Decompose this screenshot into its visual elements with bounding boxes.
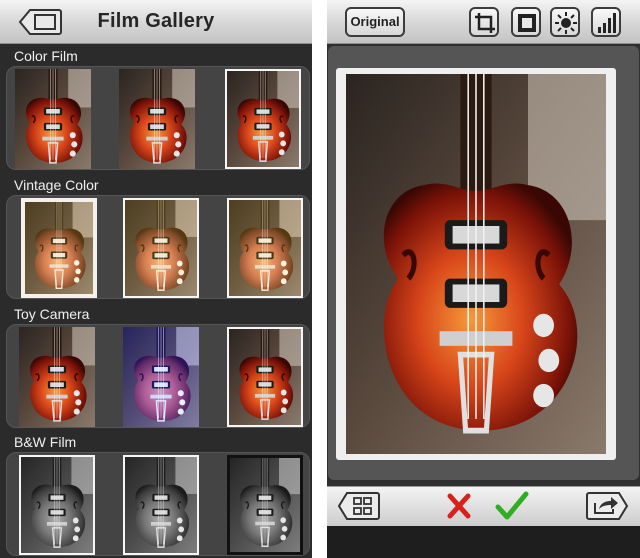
filter-thumbnail[interactable] xyxy=(227,198,303,298)
brightness-button[interactable] xyxy=(550,7,580,37)
filter-thumbnail[interactable] xyxy=(225,69,301,169)
film-gallery-panel: Film Gallery Color Film Vintage Color To… xyxy=(0,0,312,558)
category-label-color-film: Color Film xyxy=(14,48,78,64)
category-label-toy-camera: Toy Camera xyxy=(14,306,90,322)
gallery-header: Film Gallery xyxy=(0,0,312,44)
category-label-bw-film: B&W Film xyxy=(14,434,77,450)
editor-bottom-bar xyxy=(327,486,640,526)
photo-editor-panel: Original xyxy=(327,0,640,558)
editor-toolbar: Original xyxy=(327,0,640,44)
filter-thumbnail[interactable] xyxy=(227,455,303,555)
category-row-color-film xyxy=(6,66,310,170)
page-title: Film Gallery xyxy=(97,10,215,32)
filter-thumbnail[interactable] xyxy=(21,198,97,298)
category-label-vintage-color: Vintage Color xyxy=(14,177,99,193)
crop-button[interactable] xyxy=(469,7,499,37)
levels-icon xyxy=(598,13,616,33)
original-button[interactable]: Original xyxy=(345,7,405,37)
filter-thumbnail[interactable] xyxy=(19,327,95,427)
filter-thumbnail[interactable] xyxy=(123,455,199,555)
category-row-vintage-color xyxy=(6,195,310,299)
confirm-check-icon[interactable] xyxy=(495,491,529,521)
photo-mat xyxy=(336,68,616,460)
share-icon[interactable] xyxy=(585,491,629,521)
panel-divider xyxy=(312,0,327,558)
filter-thumbnail[interactable] xyxy=(123,198,199,298)
grid-icon[interactable] xyxy=(337,491,381,521)
filter-thumbnail[interactable] xyxy=(119,69,195,169)
levels-button[interactable] xyxy=(591,7,621,37)
border-button[interactable] xyxy=(511,7,541,37)
crop-icon xyxy=(475,13,495,33)
border-icon xyxy=(518,14,536,32)
filter-thumbnail[interactable] xyxy=(15,69,91,169)
category-row-toy-camera xyxy=(6,324,310,428)
brightness-icon xyxy=(555,12,577,34)
photo-preview[interactable] xyxy=(346,74,606,454)
cancel-x-icon[interactable] xyxy=(447,493,471,519)
filter-thumbnail[interactable] xyxy=(123,327,199,427)
filter-thumbnail[interactable] xyxy=(19,455,95,555)
photo-preview-frame xyxy=(328,46,639,480)
category-row-bw-film xyxy=(6,452,310,556)
filter-thumbnail[interactable] xyxy=(227,327,303,427)
bottom-spacer xyxy=(327,526,640,558)
